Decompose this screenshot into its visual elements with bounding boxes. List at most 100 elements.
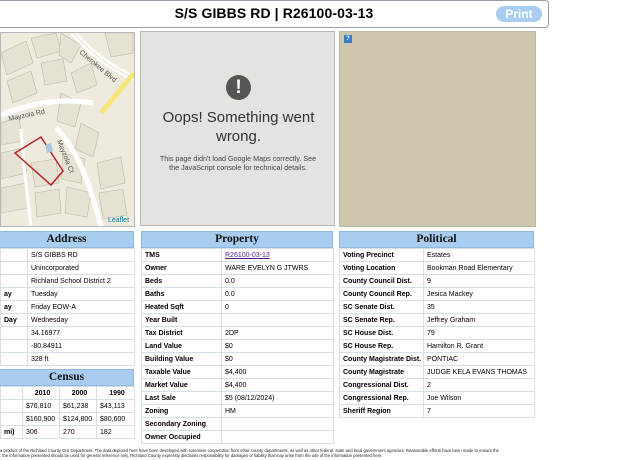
row-value: Friday EOW-A <box>27 300 135 314</box>
row-value: Joe Wilson <box>423 391 535 405</box>
row-value: PONTIAC <box>423 352 535 366</box>
row-label: SC Senate Rep. <box>339 313 424 327</box>
row-label: Tax District <box>141 326 222 340</box>
row-label <box>0 399 23 413</box>
address-row: Unincorporated <box>0 261 135 275</box>
political-row: SC Senate Dist. 35 <box>339 300 535 314</box>
property-row: Secondary Zoning <box>141 417 334 431</box>
row-label: SC House Dist. <box>339 326 424 340</box>
map-error-message: This page didn't load Google Maps correc… <box>159 154 317 172</box>
row-label: ay <box>0 287 28 301</box>
property-row: Year Built <box>141 313 334 327</box>
census-value: $124,800 <box>59 412 97 426</box>
row-label: Building Value <box>141 352 222 366</box>
row-label: SC Senate Dist. <box>339 300 424 314</box>
map-error-title: Oops! Something went wrong. <box>162 109 315 145</box>
property-section: Property TMS R26100-03-13 Owner WARE EVELYN… <box>141 231 334 444</box>
row-value: Estates <box>423 248 535 262</box>
row-value: 0.0 <box>221 274 334 288</box>
row-label: Year Built <box>141 313 222 327</box>
row-label <box>0 339 28 353</box>
aerial-map[interactable]: ? <box>339 31 536 227</box>
row-value: 9 <box>423 274 535 288</box>
census-value: $80,600 <box>96 412 135 426</box>
row-value: WARE EVELYN G JTWRS <box>221 261 334 275</box>
census-row: $160,900 $124,800 $80,600 <box>0 412 135 426</box>
print-button[interactable]: Print <box>496 6 542 22</box>
address-row: Day Wednesday <box>0 313 135 327</box>
row-value <box>221 417 334 431</box>
census-row: mi) 306 270 182 <box>0 425 135 439</box>
address-row: ay Tuesday <box>0 287 135 301</box>
row-value <box>221 313 334 327</box>
tms-link[interactable]: R26100-03-13 <box>225 252 270 259</box>
row-value: HM <box>221 404 334 418</box>
political-row: Congressional Rep. Joe Wilson <box>339 391 535 405</box>
row-value: $4,400 <box>221 378 334 392</box>
political-row: Voting Location Bookman Road Elementary <box>339 261 535 275</box>
row-label: Owner <box>141 261 222 275</box>
census-heading: Census <box>0 369 134 386</box>
row-label: Market Value <box>141 378 222 392</box>
census-value: 306 <box>22 425 60 439</box>
row-value: R26100-03-13 <box>221 248 334 262</box>
address-heading: Address <box>0 231 134 248</box>
row-label: County Council Dist. <box>339 274 424 288</box>
row-label: County Magistrate Dist. <box>339 352 424 366</box>
disclaimer-line: ; the information presented should be us… <box>0 453 383 458</box>
political-heading: Political <box>339 231 534 248</box>
census-year: 1990 <box>96 386 135 400</box>
address-row: S/S GIBBS RD <box>0 248 135 262</box>
header-bar: S/S GIBBS RD | R26100-03-13 Print <box>0 0 549 28</box>
property-row: Land Value $0 <box>141 339 334 353</box>
row-value: $0 <box>221 339 334 353</box>
address-section: Address S/S GIBBS RD Unincorporated Richla… <box>0 231 135 366</box>
row-value: S/S GIBBS RD <box>27 248 135 262</box>
property-row: Owner WARE EVELYN G JTWRS <box>141 261 334 275</box>
parcel-map[interactable]: Cherokee Blvd Mayzola Rd Mayzola Ct Leaf… <box>0 32 135 227</box>
row-label: Last Sale <box>141 391 222 405</box>
political-section: Political Voting Precinct Estates Voting L… <box>339 231 535 418</box>
census-year: 2000 <box>59 386 97 400</box>
property-table: TMS R26100-03-13 Owner WARE EVELYN G JTWRS B… <box>141 248 334 444</box>
google-map-error-panel: ! Oops! Something went wrong. This page … <box>140 31 335 226</box>
row-label: Secondary Zoning <box>141 417 222 431</box>
address-row: -80.84911 <box>0 339 135 353</box>
row-label: Congressional Dist. <box>339 378 424 392</box>
census-header-row: 2010 2000 1990 <box>0 386 135 400</box>
row-label: Day <box>0 313 28 327</box>
row-value: Jesica Mackey <box>423 287 535 301</box>
political-row: County Magistrate Dist. PONTIAC <box>339 352 535 366</box>
help-icon[interactable]: ? <box>344 35 352 43</box>
row-value: 2DP <box>221 326 334 340</box>
census-value: 270 <box>59 425 97 439</box>
row-value: 34.16977 <box>27 326 135 340</box>
leaflet-attribution-link[interactable]: Leaflet <box>108 217 129 224</box>
disclaimer: a product of the Richland County GIS Dep… <box>0 448 640 458</box>
row-value: 2 <box>423 378 535 392</box>
row-label <box>0 352 28 366</box>
census-row: $76,810 $61,238 $43,113 <box>0 399 135 413</box>
political-row: SC House Dist. 79 <box>339 326 535 340</box>
page-title: S/S GIBBS RD | R26100-03-13 <box>174 5 374 21</box>
row-label: Heated Sqft <box>141 300 222 314</box>
row-value: 7 <box>423 404 535 418</box>
row-value: 0.0 <box>221 287 334 301</box>
property-row: Heated Sqft 0 <box>141 300 334 314</box>
row-value: $5 (08/12/2024) <box>221 391 334 405</box>
address-table: S/S GIBBS RD Unincorporated Richland Schoo… <box>0 248 135 366</box>
row-label <box>0 274 28 288</box>
property-row: Last Sale $5 (08/12/2024) <box>141 391 334 405</box>
property-row: Building Value $0 <box>141 352 334 366</box>
row-label: Zoning <box>141 404 222 418</box>
row-label: Voting Precinct <box>339 248 424 262</box>
census-value: $61,238 <box>59 399 97 413</box>
warning-icon: ! <box>226 75 251 100</box>
row-label <box>0 326 28 340</box>
census-value: $43,113 <box>96 399 135 413</box>
property-row: Beds 0.0 <box>141 274 334 288</box>
census-section: Census 2010 2000 1990 $76,810 $61,238 $43,113… <box>0 369 135 439</box>
row-label: Beds <box>141 274 222 288</box>
address-row: 328 ft <box>0 352 135 366</box>
row-value: 0 <box>221 300 334 314</box>
